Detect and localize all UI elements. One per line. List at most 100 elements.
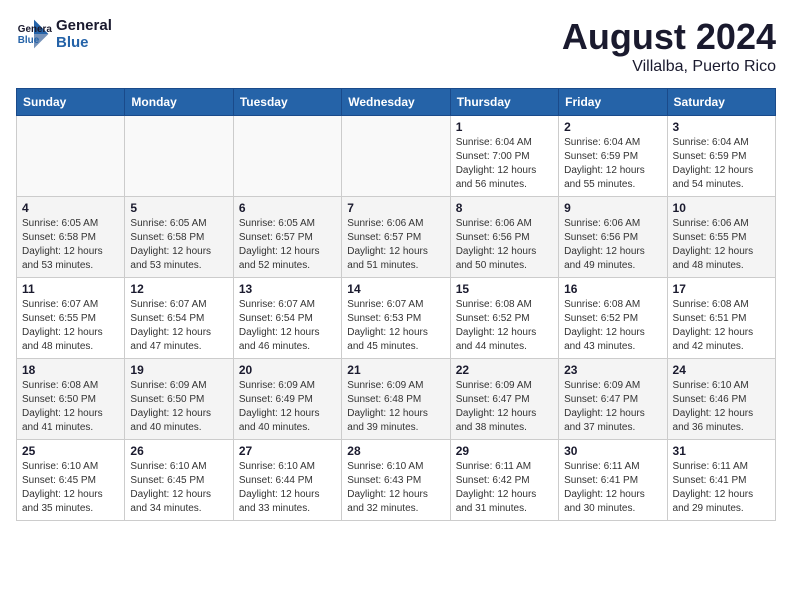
day-info: Sunrise: 6:09 AM Sunset: 6:49 PM Dayligh…	[239, 379, 336, 435]
calendar-week-2: 4 Sunrise: 6:05 AM Sunset: 6:58 PM Daylig…	[17, 197, 776, 278]
page-header: General Blue General Blue August 2024 Vi…	[16, 16, 776, 76]
day-number: 3	[673, 120, 770, 134]
calendar-cell: 16 Sunrise: 6:08 AM Sunset: 6:52 PM Dayli…	[559, 278, 667, 359]
day-info: Sunrise: 6:08 AM Sunset: 6:52 PM Dayligh…	[564, 298, 661, 354]
day-number: 24	[673, 363, 770, 377]
day-number: 17	[673, 282, 770, 296]
day-number: 25	[22, 444, 119, 458]
logo-line2: Blue	[56, 34, 112, 51]
day-info: Sunrise: 6:05 AM Sunset: 6:58 PM Dayligh…	[130, 217, 227, 273]
day-number: 16	[564, 282, 661, 296]
calendar-cell: 5 Sunrise: 6:05 AM Sunset: 6:58 PM Daylig…	[125, 197, 233, 278]
day-info: Sunrise: 6:09 AM Sunset: 6:47 PM Dayligh…	[564, 379, 661, 435]
calendar-cell: 17 Sunrise: 6:08 AM Sunset: 6:51 PM Dayli…	[667, 278, 775, 359]
day-number: 30	[564, 444, 661, 458]
calendar-cell	[342, 116, 450, 197]
calendar-cell	[125, 116, 233, 197]
day-info: Sunrise: 6:06 AM Sunset: 6:56 PM Dayligh…	[564, 217, 661, 273]
calendar-cell: 24Sunrise: 6:10 AM Sunset: 6:46 PM Dayli…	[667, 359, 775, 440]
calendar-cell: 22 Sunrise: 6:09 AM Sunset: 6:47 PM Dayli…	[450, 359, 558, 440]
weekday-header-row: SundayMondayTuesdayWednesdayThursdayFrid…	[17, 89, 776, 116]
calendar-cell	[17, 116, 125, 197]
day-info: Sunrise: 6:10 AM Sunset: 6:43 PM Dayligh…	[347, 460, 444, 516]
day-number: 31	[673, 444, 770, 458]
weekday-header-sunday: Sunday	[17, 89, 125, 116]
weekday-header-friday: Friday	[559, 89, 667, 116]
day-info: Sunrise: 6:05 AM Sunset: 6:58 PM Dayligh…	[22, 217, 119, 273]
day-number: 10	[673, 201, 770, 215]
calendar-cell: 4 Sunrise: 6:05 AM Sunset: 6:58 PM Daylig…	[17, 197, 125, 278]
day-number: 22	[456, 363, 553, 377]
calendar-week-5: 25 Sunrise: 6:10 AM Sunset: 6:45 PM Dayli…	[17, 440, 776, 521]
calendar-cell: 12Sunrise: 6:07 AM Sunset: 6:54 PM Dayli…	[125, 278, 233, 359]
day-info: Sunrise: 6:08 AM Sunset: 6:51 PM Dayligh…	[673, 298, 770, 354]
day-info: Sunrise: 6:04 AM Sunset: 6:59 PM Dayligh…	[564, 136, 661, 192]
calendar-cell: 1Sunrise: 6:04 AM Sunset: 7:00 PM Daylig…	[450, 116, 558, 197]
calendar-cell: 10 Sunrise: 6:06 AM Sunset: 6:55 PM Dayli…	[667, 197, 775, 278]
calendar-cell: 2Sunrise: 6:04 AM Sunset: 6:59 PM Daylig…	[559, 116, 667, 197]
day-number: 23	[564, 363, 661, 377]
calendar-cell: 9 Sunrise: 6:06 AM Sunset: 6:56 PM Daylig…	[559, 197, 667, 278]
day-number: 28	[347, 444, 444, 458]
day-number: 9	[564, 201, 661, 215]
day-info: Sunrise: 6:06 AM Sunset: 6:57 PM Dayligh…	[347, 217, 444, 273]
day-info: Sunrise: 6:11 AM Sunset: 6:41 PM Dayligh…	[564, 460, 661, 516]
calendar-cell: 19 Sunrise: 6:09 AM Sunset: 6:50 PM Dayli…	[125, 359, 233, 440]
day-number: 6	[239, 201, 336, 215]
day-number: 8	[456, 201, 553, 215]
location-subtitle: Villalba, Puerto Rico	[562, 58, 776, 76]
calendar-cell: 8 Sunrise: 6:06 AM Sunset: 6:56 PM Daylig…	[450, 197, 558, 278]
title-block: August 2024 Villalba, Puerto Rico	[562, 16, 776, 76]
day-info: Sunrise: 6:10 AM Sunset: 6:45 PM Dayligh…	[130, 460, 227, 516]
calendar-cell: 14 Sunrise: 6:07 AM Sunset: 6:53 PM Dayli…	[342, 278, 450, 359]
day-number: 26	[130, 444, 227, 458]
day-info: Sunrise: 6:05 AM Sunset: 6:57 PM Dayligh…	[239, 217, 336, 273]
calendar-cell: 21Sunrise: 6:09 AM Sunset: 6:48 PM Dayli…	[342, 359, 450, 440]
month-year-title: August 2024	[562, 16, 776, 58]
day-number: 13	[239, 282, 336, 296]
day-number: 4	[22, 201, 119, 215]
calendar-cell: 31 Sunrise: 6:11 AM Sunset: 6:41 PM Dayli…	[667, 440, 775, 521]
day-info: Sunrise: 6:07 AM Sunset: 6:53 PM Dayligh…	[347, 298, 444, 354]
day-number: 27	[239, 444, 336, 458]
calendar-cell: 3Sunrise: 6:04 AM Sunset: 6:59 PM Daylig…	[667, 116, 775, 197]
calendar-cell: 6 Sunrise: 6:05 AM Sunset: 6:57 PM Daylig…	[233, 197, 341, 278]
day-number: 7	[347, 201, 444, 215]
calendar-cell: 29 Sunrise: 6:11 AM Sunset: 6:42 PM Dayli…	[450, 440, 558, 521]
day-info: Sunrise: 6:10 AM Sunset: 6:44 PM Dayligh…	[239, 460, 336, 516]
calendar-cell: 13Sunrise: 6:07 AM Sunset: 6:54 PM Dayli…	[233, 278, 341, 359]
calendar-cell: 20 Sunrise: 6:09 AM Sunset: 6:49 PM Dayli…	[233, 359, 341, 440]
day-number: 19	[130, 363, 227, 377]
logo-line1: General	[56, 17, 112, 34]
calendar-cell: 23 Sunrise: 6:09 AM Sunset: 6:47 PM Dayli…	[559, 359, 667, 440]
day-number: 20	[239, 363, 336, 377]
calendar-cell: 28 Sunrise: 6:10 AM Sunset: 6:43 PM Dayli…	[342, 440, 450, 521]
logo: General Blue General Blue	[16, 16, 112, 52]
calendar-cell	[233, 116, 341, 197]
calendar-week-4: 18Sunrise: 6:08 AM Sunset: 6:50 PM Dayli…	[17, 359, 776, 440]
calendar-week-1: 1Sunrise: 6:04 AM Sunset: 7:00 PM Daylig…	[17, 116, 776, 197]
day-info: Sunrise: 6:11 AM Sunset: 6:41 PM Dayligh…	[673, 460, 770, 516]
day-info: Sunrise: 6:06 AM Sunset: 6:56 PM Dayligh…	[456, 217, 553, 273]
day-info: Sunrise: 6:08 AM Sunset: 6:52 PM Dayligh…	[456, 298, 553, 354]
day-info: Sunrise: 6:09 AM Sunset: 6:50 PM Dayligh…	[130, 379, 227, 435]
day-number: 18	[22, 363, 119, 377]
weekday-header-wednesday: Wednesday	[342, 89, 450, 116]
calendar-cell: 7 Sunrise: 6:06 AM Sunset: 6:57 PM Daylig…	[342, 197, 450, 278]
weekday-header-monday: Monday	[125, 89, 233, 116]
day-info: Sunrise: 6:04 AM Sunset: 7:00 PM Dayligh…	[456, 136, 553, 192]
svg-text:Blue: Blue	[18, 35, 40, 46]
day-info: Sunrise: 6:11 AM Sunset: 6:42 PM Dayligh…	[456, 460, 553, 516]
day-number: 5	[130, 201, 227, 215]
day-info: Sunrise: 6:09 AM Sunset: 6:48 PM Dayligh…	[347, 379, 444, 435]
day-info: Sunrise: 6:06 AM Sunset: 6:55 PM Dayligh…	[673, 217, 770, 273]
day-info: Sunrise: 6:09 AM Sunset: 6:47 PM Dayligh…	[456, 379, 553, 435]
calendar-cell: 27 Sunrise: 6:10 AM Sunset: 6:44 PM Dayli…	[233, 440, 341, 521]
logo-icon: General Blue	[16, 16, 52, 52]
calendar-cell: 30 Sunrise: 6:11 AM Sunset: 6:41 PM Dayli…	[559, 440, 667, 521]
day-number: 29	[456, 444, 553, 458]
calendar-cell: 18Sunrise: 6:08 AM Sunset: 6:50 PM Dayli…	[17, 359, 125, 440]
day-info: Sunrise: 6:07 AM Sunset: 6:54 PM Dayligh…	[130, 298, 227, 354]
day-number: 14	[347, 282, 444, 296]
calendar-cell: 25Sunrise: 6:10 AM Sunset: 6:45 PM Dayli…	[17, 440, 125, 521]
